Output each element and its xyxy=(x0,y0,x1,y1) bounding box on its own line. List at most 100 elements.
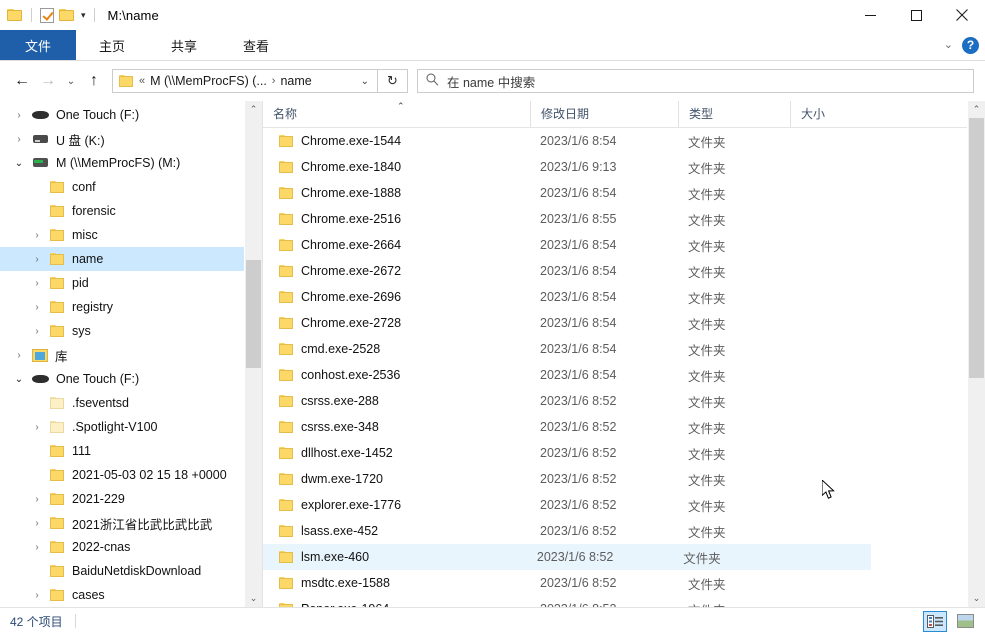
chevron-down-icon[interactable]: ⌄ xyxy=(11,158,27,169)
chevron-down-icon[interactable]: ⌄ xyxy=(11,374,27,385)
sidebar-item-cases[interactable]: › cases xyxy=(0,583,262,607)
back-button[interactable]: ← xyxy=(9,68,35,94)
nav-scroll-down-button[interactable]: ⌄ xyxy=(245,590,262,607)
tab-view[interactable]: 查看 xyxy=(220,30,292,60)
search-box[interactable]: 在 name 中搜索 xyxy=(417,69,974,93)
sidebar-item-spotlight-v100[interactable]: › .Spotlight-V100 xyxy=(0,415,262,439)
list-scroll-down-button[interactable]: ⌄ xyxy=(968,590,985,607)
file-name-cell[interactable]: explorer.exe-1776 xyxy=(263,498,530,512)
table-row[interactable]: dwm.exe-1720 2023/1/6 8:52 文件夹 xyxy=(263,466,985,492)
sidebar-item-registry[interactable]: › registry xyxy=(0,295,262,319)
sidebar-item-2022-cnas[interactable]: › 2022-cnas xyxy=(0,535,262,559)
sidebar-item-u-k[interactable]: › U 盘 (K:) xyxy=(0,127,262,151)
file-list-scrollbar[interactable]: ⌃ ⌄ xyxy=(967,101,985,607)
up-button[interactable]: ↑ xyxy=(81,68,107,94)
table-row[interactable]: msdtc.exe-1588 2023/1/6 8:52 文件夹 xyxy=(263,570,985,596)
table-row[interactable]: Chrome.exe-2696 2023/1/6 8:54 文件夹 xyxy=(263,284,985,310)
file-name-cell[interactable]: Chrome.exe-1840 xyxy=(263,160,530,174)
table-row[interactable]: Chrome.exe-1840 2023/1/6 9:13 文件夹 xyxy=(263,154,985,180)
chevron-right-icon[interactable]: › xyxy=(29,590,45,601)
table-row[interactable]: csrss.exe-348 2023/1/6 8:52 文件夹 xyxy=(263,414,985,440)
chevron-right-icon[interactable]: › xyxy=(29,278,45,289)
table-row[interactable]: Chrome.exe-2664 2023/1/6 8:54 文件夹 xyxy=(263,232,985,258)
sidebar-item-[interactable]: › 库 xyxy=(0,343,262,367)
file-name-cell[interactable]: cmd.exe-2528 xyxy=(263,342,530,356)
breadcrumb-overflow-icon[interactable]: « xyxy=(134,75,150,87)
table-row[interactable]: dllhost.exe-1452 2023/1/6 8:52 文件夹 xyxy=(263,440,985,466)
column-header-1[interactable]: 修改日期 xyxy=(530,101,678,127)
minimize-button[interactable] xyxy=(847,0,893,30)
list-scroll-thumb[interactable] xyxy=(969,118,984,378)
folder-icon[interactable] xyxy=(7,8,23,22)
table-row[interactable]: Chrome.exe-2516 2023/1/6 8:55 文件夹 xyxy=(263,206,985,232)
table-row[interactable]: conhost.exe-2536 2023/1/6 8:54 文件夹 xyxy=(263,362,985,388)
sidebar-item-m-memprocfs-m[interactable]: ⌄ M (\\MemProcFS) (M:) xyxy=(0,151,262,175)
chevron-right-icon[interactable]: › xyxy=(11,350,27,361)
tab-home[interactable]: 主页 xyxy=(76,30,148,60)
sidebar-item-misc[interactable]: › misc xyxy=(0,223,262,247)
sidebar-item-forensic[interactable]: forensic xyxy=(0,199,262,223)
breadcrumb-item-name[interactable]: name xyxy=(280,74,311,88)
customize-qat-caret[interactable]: ▾ xyxy=(81,10,86,20)
sidebar-item-one-touch-f[interactable]: ⌄ One Touch (F:) xyxy=(0,367,262,391)
close-button[interactable] xyxy=(939,0,985,30)
details-view-button[interactable] xyxy=(923,610,947,632)
table-row[interactable]: Chrome.exe-2672 2023/1/6 8:54 文件夹 xyxy=(263,258,985,284)
recent-locations-button[interactable]: ⌄ xyxy=(61,68,81,94)
maximize-button[interactable] xyxy=(893,0,939,30)
sidebar-item-one-touch-f[interactable]: › One Touch (F:) xyxy=(0,103,262,127)
file-name-cell[interactable]: dwm.exe-1720 xyxy=(263,472,530,486)
sidebar-item-sys[interactable]: › sys xyxy=(0,319,262,343)
sidebar-item-2021-229[interactable]: › 2021-229 xyxy=(0,487,262,511)
chevron-right-icon[interactable]: › xyxy=(29,326,45,337)
column-header-2[interactable]: 类型 xyxy=(678,101,790,127)
file-name-cell[interactable]: dllhost.exe-1452 xyxy=(263,446,530,460)
table-row[interactable]: csrss.exe-288 2023/1/6 8:52 文件夹 xyxy=(263,388,985,414)
chevron-right-icon[interactable]: › xyxy=(29,542,45,553)
chevron-right-icon[interactable]: › xyxy=(29,518,45,529)
chevron-right-icon[interactable]: › xyxy=(29,494,45,505)
table-row[interactable]: lsm.exe-460 2023/1/6 8:52 文件夹 xyxy=(263,544,871,570)
chevron-right-icon[interactable]: › xyxy=(11,134,27,145)
large-icons-view-button[interactable] xyxy=(953,611,977,632)
table-row[interactable]: cmd.exe-2528 2023/1/6 8:54 文件夹 xyxy=(263,336,985,362)
table-row[interactable]: Chrome.exe-1544 2023/1/6 8:54 文件夹 xyxy=(263,128,985,154)
chevron-down-icon[interactable]: ⌄ xyxy=(944,39,953,51)
chevron-right-icon[interactable]: › xyxy=(29,302,45,313)
file-name-cell[interactable]: Chrome.exe-1544 xyxy=(263,134,530,148)
sidebar-item-111[interactable]: 111 xyxy=(0,439,262,463)
help-icon[interactable]: ? xyxy=(962,36,979,54)
table-row[interactable]: explorer.exe-1776 2023/1/6 8:52 文件夹 xyxy=(263,492,985,518)
tab-share[interactable]: 共享 xyxy=(148,30,220,60)
file-name-cell[interactable]: Chrome.exe-1888 xyxy=(263,186,530,200)
chevron-right-icon[interactable]: › xyxy=(29,254,45,265)
address-dropdown-caret[interactable]: ⌄ xyxy=(353,76,377,87)
list-scroll-up-button[interactable]: ⌃ xyxy=(968,101,985,118)
column-header-0[interactable]: 名称 ⌃ xyxy=(263,101,530,127)
nav-pane-scrollbar[interactable]: ⌃ ⌄ xyxy=(244,101,262,607)
sidebar-item-2021[interactable]: › 2021浙江省比武比武比武 xyxy=(0,511,262,535)
properties-icon[interactable] xyxy=(40,7,54,23)
tab-file[interactable]: 文件 xyxy=(0,30,76,60)
sidebar-item-2021-05-03-02-15-18-0000[interactable]: 2021-05-03 02 15 18 +0000 xyxy=(0,463,262,487)
file-name-cell[interactable]: lsass.exe-452 xyxy=(263,524,530,538)
file-name-cell[interactable]: csrss.exe-288 xyxy=(263,394,530,408)
sidebar-item-baidunetdiskdownload[interactable]: BaiduNetdiskDownload xyxy=(0,559,262,583)
sidebar-item-name[interactable]: › name xyxy=(0,247,262,271)
file-name-cell[interactable]: Chrome.exe-2672 xyxy=(263,264,530,278)
file-name-cell[interactable]: Chrome.exe-2664 xyxy=(263,238,530,252)
file-name-cell[interactable]: Chrome.exe-2516 xyxy=(263,212,530,226)
new-folder-icon[interactable] xyxy=(59,8,75,22)
sidebar-item-conf[interactable]: conf xyxy=(0,175,262,199)
forward-button[interactable]: → xyxy=(35,68,61,94)
refresh-button[interactable]: ↻ xyxy=(378,69,408,93)
nav-scroll-up-button[interactable]: ⌃ xyxy=(245,101,262,118)
table-row[interactable]: lsass.exe-452 2023/1/6 8:52 文件夹 xyxy=(263,518,985,544)
table-row[interactable]: Chrome.exe-1888 2023/1/6 8:54 文件夹 xyxy=(263,180,985,206)
chevron-right-icon[interactable]: › xyxy=(29,230,45,241)
breadcrumb-item-drive[interactable]: M (\\MemProcFS) (... xyxy=(150,74,267,88)
file-name-cell[interactable]: conhost.exe-2536 xyxy=(263,368,530,382)
sidebar-item-fseventsd[interactable]: .fseventsd xyxy=(0,391,262,415)
sidebar-item-pid[interactable]: › pid xyxy=(0,271,262,295)
chevron-right-icon[interactable]: › xyxy=(11,110,27,121)
